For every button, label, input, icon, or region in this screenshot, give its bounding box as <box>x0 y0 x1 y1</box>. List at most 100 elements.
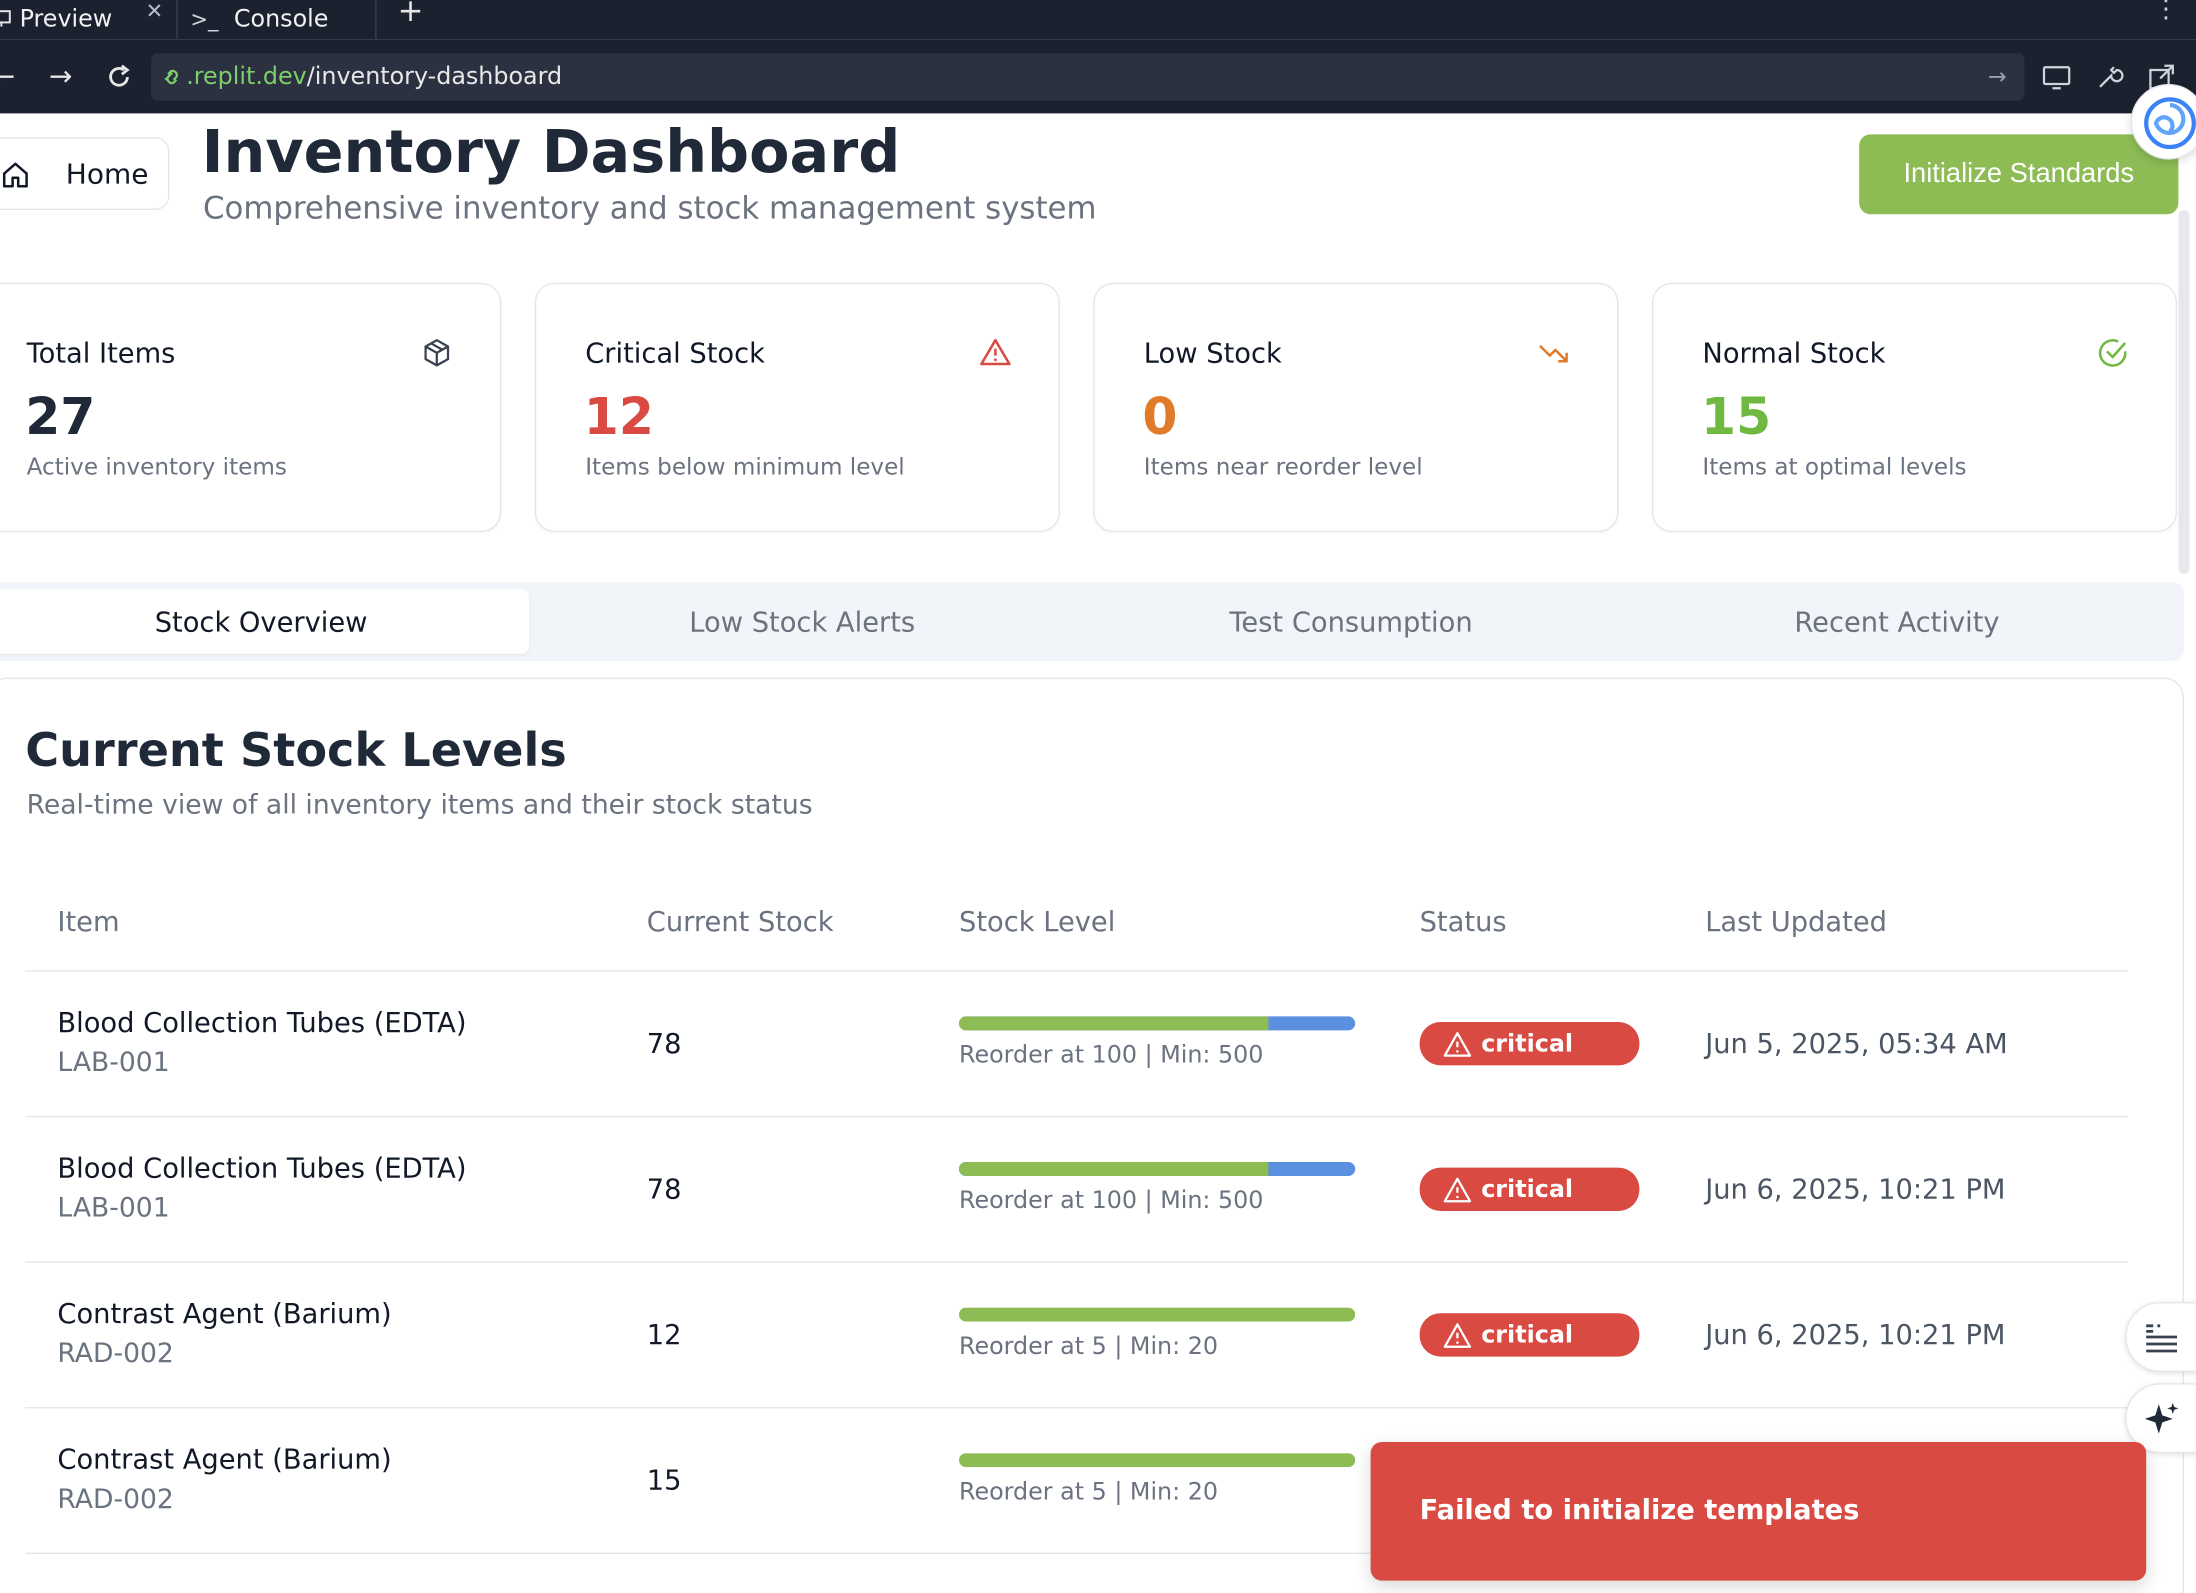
status-label: critical <box>1481 1029 1574 1058</box>
quote-lines-icon <box>2146 1324 2177 1353</box>
item-code: RAD-002 <box>57 1484 174 1515</box>
initialize-standards-button[interactable]: Initialize Standards <box>1859 134 2179 215</box>
stock-level-fill <box>959 1453 1356 1468</box>
tab-low-stock-alerts[interactable]: Low Stock Alerts <box>536 582 1068 660</box>
row-divider <box>25 1115 2129 1118</box>
page-title: Inventory Dashboard <box>201 117 901 187</box>
stock-level-note: Reorder at 5 | Min: 20 <box>959 1332 1219 1361</box>
warning-triangle-icon <box>1443 1322 1472 1348</box>
current-stock-value: 78 <box>646 1173 682 1206</box>
stock-level-fill <box>959 1307 1356 1322</box>
tab-preview[interactable]: Preview <box>0 0 112 39</box>
home-label: Home <box>65 156 149 191</box>
feedback-button[interactable] <box>2125 1302 2196 1372</box>
stock-level-note: Reorder at 100 | Min: 500 <box>959 1187 1264 1216</box>
devices-icon[interactable] <box>2041 62 2072 93</box>
tab-divider <box>176 0 178 40</box>
card-title: Low Stock <box>1143 337 1282 370</box>
new-tab-icon[interactable]: + <box>398 0 424 29</box>
stock-level-fill <box>959 1016 1269 1031</box>
last-updated-value: Jun 6, 2025, 10:21 PM <box>1705 1173 2006 1206</box>
warning-triangle-icon <box>980 338 1011 366</box>
card-total-items: Total Items 27 Active inventory items <box>0 282 502 532</box>
card-critical-stock: Critical Stock 12 Items below minimum le… <box>534 282 1060 532</box>
stock-level-note: Reorder at 5 | Min: 20 <box>959 1478 1219 1507</box>
stock-level-bar <box>959 1162 1356 1176</box>
card-description: Items at optimal levels <box>1702 453 1967 481</box>
tab-list: Stock Overview Low Stock Alerts Test Con… <box>0 582 2184 661</box>
card-value: 27 <box>25 389 96 447</box>
scrollbar[interactable] <box>2178 210 2190 574</box>
swirl-icon <box>2144 97 2196 150</box>
card-description: Items below minimum level <box>585 453 905 481</box>
home-icon <box>2 162 28 188</box>
sparkle-icon <box>2144 1402 2179 1434</box>
go-arrow-icon[interactable]: → <box>1988 63 2007 90</box>
warning-triangle-icon <box>1443 1031 1472 1057</box>
home-button[interactable]: Home <box>0 137 170 210</box>
tab-test-consumption[interactable]: Test Consumption <box>1082 582 1620 660</box>
status-badge: critical <box>1419 1167 1640 1211</box>
assistant-button[interactable] <box>2130 84 2196 160</box>
column-header-item[interactable]: Item <box>57 906 119 938</box>
item-code: LAB-001 <box>57 1047 170 1078</box>
tab-stock-overview[interactable]: Stock Overview <box>0 589 530 654</box>
tab-console[interactable]: >_ Console <box>190 0 328 39</box>
reload-icon[interactable] <box>105 63 133 91</box>
stock-level-bar <box>959 1016 1356 1031</box>
trending-down-icon <box>1539 344 1568 363</box>
tab-label: Console <box>233 5 329 34</box>
column-header-status[interactable]: Status <box>1420 906 1507 938</box>
stock-level-fill <box>959 1162 1269 1176</box>
last-updated-value: Jun 5, 2025, 05:34 AM <box>1705 1027 2008 1060</box>
item-name: Contrast Agent (Barium) <box>57 1443 392 1476</box>
close-icon[interactable]: ✕ <box>146 0 164 22</box>
app-root: Preview ✕ >_ Console + ⋮ ← → .replit.dev… <box>0 0 2196 1593</box>
item-code: RAD-002 <box>57 1338 174 1370</box>
row-divider <box>25 1407 2129 1409</box>
terminal-icon: >_ <box>190 7 219 33</box>
warning-triangle-icon <box>1443 1176 1472 1202</box>
tab-label: Preview <box>19 5 113 34</box>
column-header-last-updated[interactable]: Last Updated <box>1705 906 1887 938</box>
stock-level-bar <box>959 1453 1356 1468</box>
item-name: Blood Collection Tubes (EDTA) <box>57 1006 467 1039</box>
more-options-icon[interactable]: ⋮ <box>2153 0 2178 24</box>
stock-level-note: Reorder at 100 | Min: 500 <box>959 1041 1264 1070</box>
browser-tab-strip: Preview ✕ >_ Console + ⋮ <box>0 0 2196 40</box>
status-label: critical <box>1481 1175 1574 1204</box>
back-arrow-icon[interactable]: ← <box>0 59 15 93</box>
monitor-icon <box>0 10 11 27</box>
column-header-stock-level[interactable]: Stock Level <box>959 906 1115 938</box>
url-path: /inventory-dashboard <box>306 63 563 91</box>
card-value: 0 <box>1142 389 1178 447</box>
status-label: critical <box>1481 1320 1574 1349</box>
url-text[interactable]: .replit.dev/inventory-dashboard <box>186 63 562 91</box>
item-name: Contrast Agent (Barium) <box>57 1297 392 1330</box>
tab-divider <box>375 0 377 40</box>
column-header-current-stock[interactable]: Current Stock <box>647 906 834 938</box>
card-value: 12 <box>583 389 654 447</box>
status-badge: critical <box>1419 1022 1640 1066</box>
wrench-icon[interactable] <box>2094 62 2125 93</box>
tab-recent-activity[interactable]: Recent Activity <box>1628 582 2166 660</box>
row-divider <box>25 1261 2129 1263</box>
link-icon <box>164 69 178 85</box>
current-stock-value: 15 <box>646 1464 682 1497</box>
card-title: Total Items <box>26 337 176 370</box>
error-toast[interactable]: Failed to initialize templates <box>1370 1442 2147 1581</box>
item-code: LAB-001 <box>57 1192 170 1224</box>
card-title: Critical Stock <box>585 337 765 370</box>
card-description: Items near reorder level <box>1143 453 1423 481</box>
last-updated-value: Jun 6, 2025, 10:21 PM <box>1705 1318 2006 1351</box>
status-badge: critical <box>1419 1313 1640 1357</box>
card-title: Normal Stock <box>1702 337 1886 370</box>
forward-arrow-icon[interactable]: → <box>49 59 72 93</box>
card-value: 15 <box>1701 389 1772 447</box>
table-divider <box>25 970 2129 972</box>
check-circle-icon <box>2098 339 2127 367</box>
toast-message: Failed to initialize templates <box>1419 1493 1860 1526</box>
item-name: Blood Collection Tubes (EDTA) <box>57 1152 467 1185</box>
stock-level-bar <box>959 1307 1356 1322</box>
current-stock-value: 78 <box>646 1027 682 1060</box>
